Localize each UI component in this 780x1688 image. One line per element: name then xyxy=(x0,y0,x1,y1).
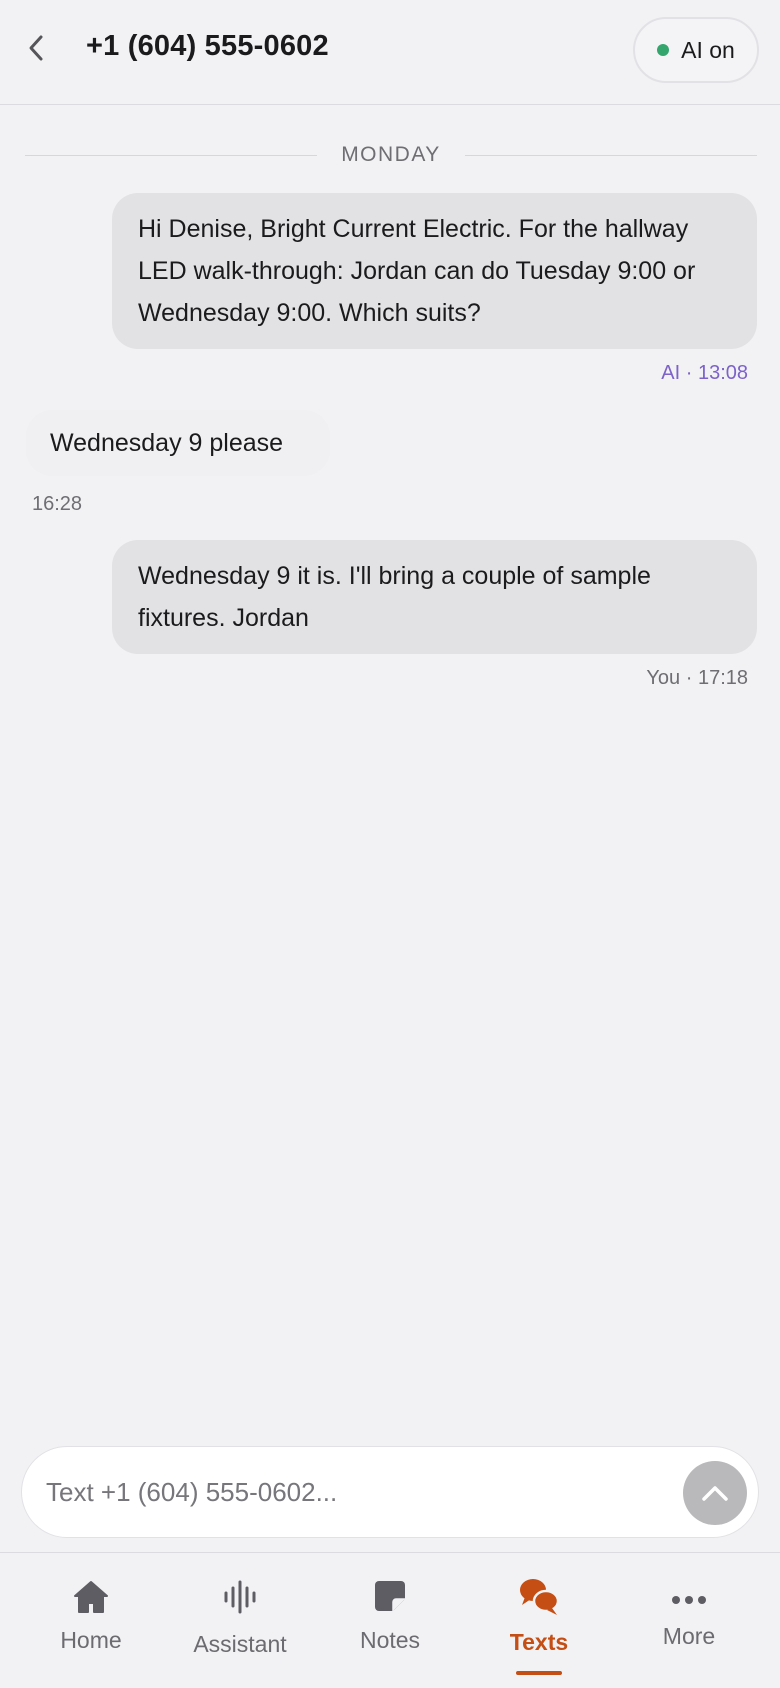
nav-label: Assistant xyxy=(193,1631,287,1657)
ai-status-dot-icon xyxy=(657,44,670,56)
message-text: Hi Denise, Bright Current Electric. For … xyxy=(138,215,696,327)
day-divider: MONDAY xyxy=(25,140,757,170)
chat-bubbles-icon xyxy=(520,1579,560,1615)
nav-item-texts[interactable]: Texts xyxy=(464,1553,614,1688)
ai-toggle-button[interactable]: AI on xyxy=(633,17,759,83)
nav-label: Notes xyxy=(359,1627,421,1653)
message-meta: You · 17:18 xyxy=(646,667,748,689)
message-text: Wednesday 9 it is. I'll bring a couple o… xyxy=(138,562,651,632)
message-meta: AI · 13:08 xyxy=(661,362,748,384)
contact-phone-title: +1 (604) 555-0602 xyxy=(86,30,329,62)
chevron-left-icon xyxy=(29,35,43,61)
conversation-header: +1 (604) 555-0602 AI on xyxy=(0,0,780,105)
home-icon xyxy=(74,1581,108,1613)
nav-label: More xyxy=(662,1623,716,1649)
nav-item-home[interactable]: Home xyxy=(16,1553,166,1688)
nav-label: Home xyxy=(60,1627,122,1653)
divider-line xyxy=(464,154,757,156)
message-meta: 16:28 xyxy=(32,493,83,515)
nav-item-more[interactable]: More xyxy=(614,1553,764,1688)
divider-line xyxy=(25,154,318,156)
nav-item-assistant[interactable]: Assistant xyxy=(165,1553,315,1688)
message-bubble-outgoing[interactable]: Hi Denise, Bright Current Electric. For … xyxy=(112,193,757,349)
chevron-up-icon xyxy=(702,1486,728,1501)
nav-label: Texts xyxy=(509,1629,569,1655)
message-bubble-outgoing[interactable]: Wednesday 9 it is. I'll bring a couple o… xyxy=(112,540,757,654)
ai-toggle-label: AI on xyxy=(681,36,735,63)
message-bubble-incoming[interactable]: Wednesday 9 please xyxy=(26,410,330,476)
more-dots-icon xyxy=(672,1596,706,1604)
bottom-navigation: Home Assistant Notes Texts More xyxy=(0,1552,780,1688)
app: +1 (604) 555-0602 AI on MONDAY Hi Denise… xyxy=(0,0,780,1688)
day-label: MONDAY xyxy=(341,143,441,166)
note-icon xyxy=(375,1581,405,1611)
nav-item-notes[interactable]: Notes xyxy=(315,1553,465,1688)
send-button[interactable] xyxy=(683,1461,747,1525)
waveform-icon xyxy=(224,1580,256,1614)
active-tab-indicator xyxy=(516,1671,562,1675)
back-button[interactable] xyxy=(20,30,52,66)
message-composer xyxy=(21,1446,759,1538)
message-input[interactable] xyxy=(46,1447,686,1537)
message-text: Wednesday 9 please xyxy=(50,429,284,457)
